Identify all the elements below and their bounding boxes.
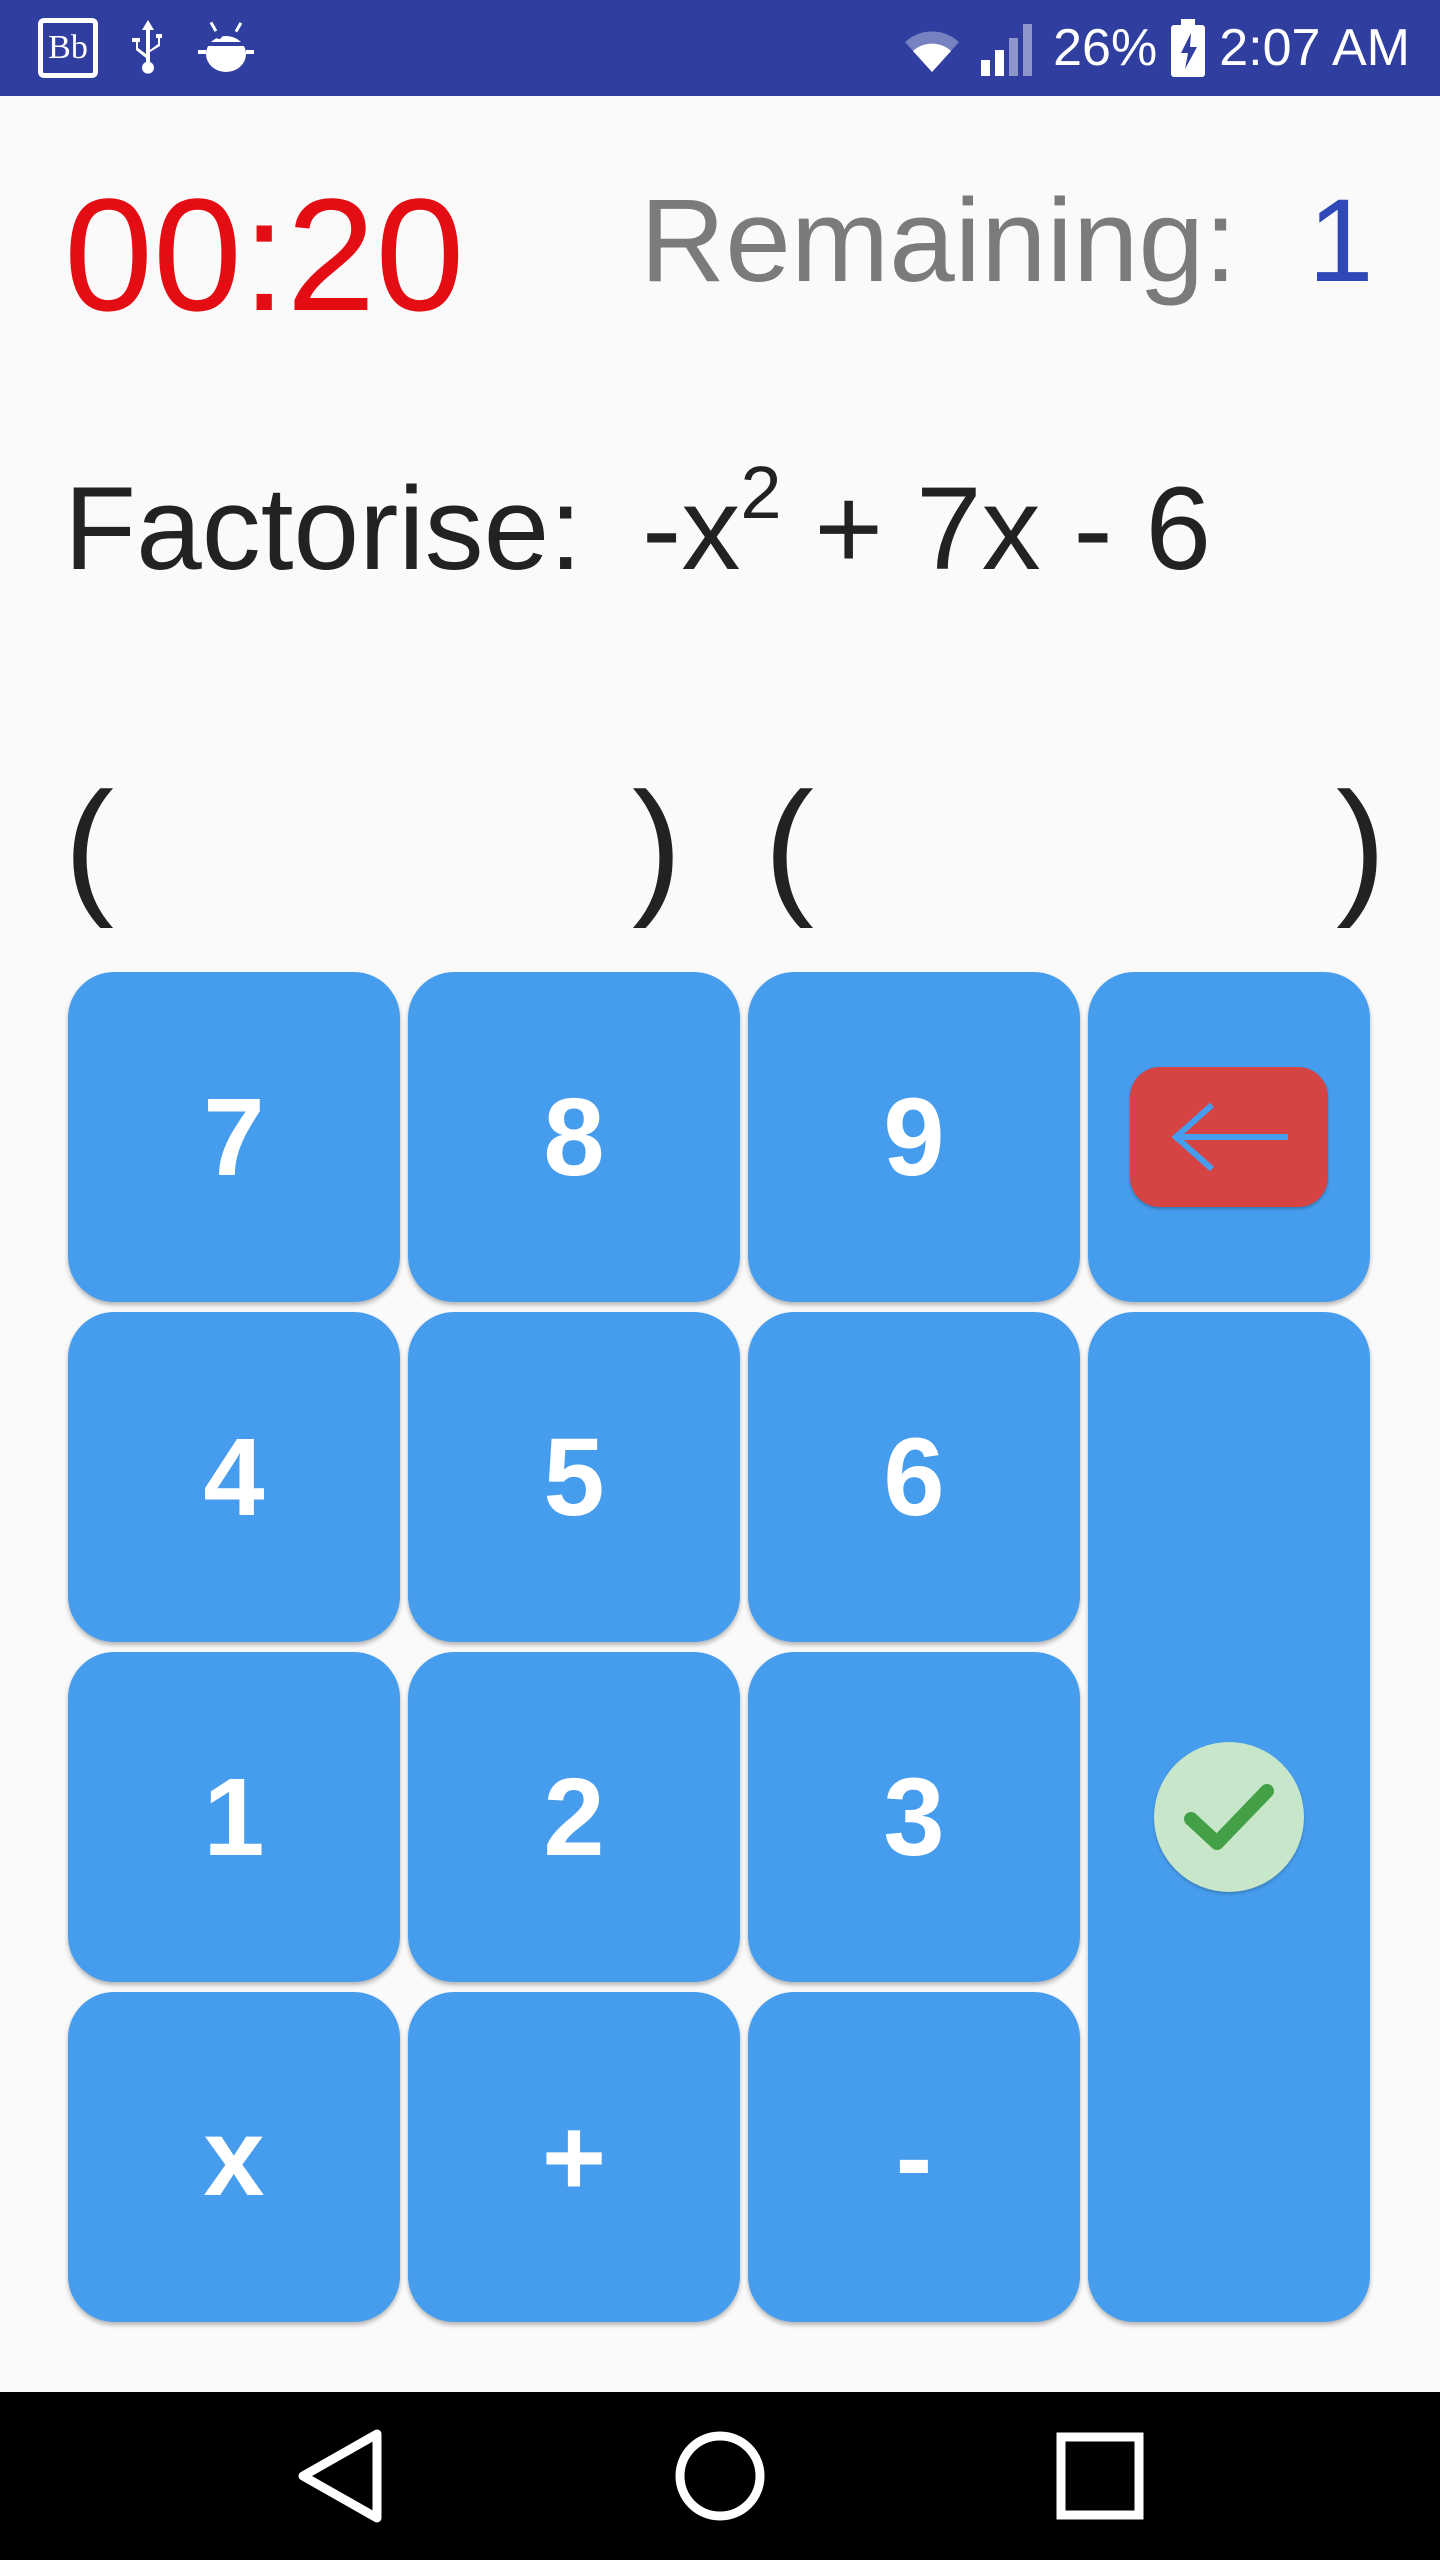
home-button[interactable] [630, 2392, 810, 2560]
backspace-key-face [1130, 1067, 1328, 1207]
expression-tail: + 7x - 6 [781, 463, 1212, 595]
system-status: 26% 2:07 AM [899, 0, 1410, 96]
notification-icons: Bb [38, 14, 254, 82]
back-icon [298, 2429, 382, 2523]
countdown-timer: 00:20 [64, 165, 465, 344]
key-6[interactable]: 6 [748, 1312, 1080, 1642]
blackboard-icon: Bb [38, 18, 98, 78]
android-debug-icon [198, 21, 254, 72]
check-icon [1184, 1784, 1274, 1850]
remaining-count: 1 [1308, 175, 1374, 307]
factor-2-field[interactable] [820, 780, 1320, 920]
expression-lead: -x [642, 463, 741, 595]
backspace-button[interactable] [1088, 972, 1370, 1302]
key-7[interactable]: 7 [68, 972, 400, 1302]
key-9[interactable]: 9 [748, 972, 1080, 1302]
check-badge [1154, 1742, 1304, 1892]
status-bar: Bb 26% 2:07 AM [0, 0, 1440, 96]
navigation-bar [0, 2392, 1440, 2560]
close-paren-2: ) [1336, 761, 1386, 929]
status-time: 2:07 AM [1219, 19, 1410, 77]
wifi-icon [905, 31, 960, 72]
submit-button[interactable] [1088, 1312, 1370, 2322]
question-label: Factorise: [64, 463, 583, 595]
key-2[interactable]: 2 [408, 1652, 740, 1982]
backspace-arrow-icon [1171, 1102, 1288, 1172]
key-4[interactable]: 4 [68, 1312, 400, 1642]
close-paren-1: ) [632, 761, 682, 929]
key-3[interactable]: 3 [748, 1652, 1080, 1982]
factor-1-field[interactable] [120, 780, 620, 920]
usb-icon [132, 20, 162, 74]
battery-charging-icon [1171, 19, 1206, 77]
open-paren-2: ( [764, 761, 814, 929]
key-x[interactable]: x [68, 1992, 400, 2322]
keypad: 7 8 9 4 5 6 1 2 3 x + - [64, 966, 1374, 2326]
expression-exponent: 2 [740, 451, 782, 534]
recents-button[interactable] [1010, 2392, 1190, 2560]
key-8[interactable]: 8 [408, 972, 740, 1302]
remaining-label: Remaining: [640, 175, 1237, 307]
key-minus[interactable]: - [748, 1992, 1080, 2322]
question-text: Factorise: -x2 + 7x - 6 [64, 456, 1211, 589]
key-plus[interactable]: + [408, 1992, 740, 2322]
question-expression: -x2 + 7x - 6 [642, 456, 1212, 595]
home-icon [675, 2431, 765, 2521]
key-1[interactable]: 1 [68, 1652, 400, 1982]
open-paren-1: ( [64, 761, 114, 929]
battery-percent: 26% [1053, 19, 1158, 77]
key-5[interactable]: 5 [408, 1312, 740, 1642]
signal-icon [981, 24, 1033, 76]
back-button[interactable] [250, 2392, 430, 2560]
recents-icon [1056, 2432, 1144, 2520]
